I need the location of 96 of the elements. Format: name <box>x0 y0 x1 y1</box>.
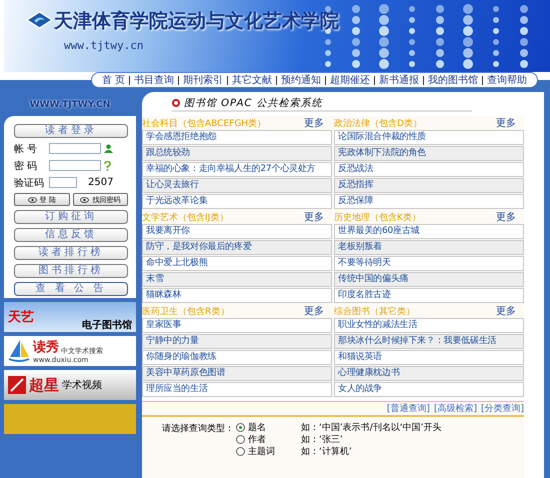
banner-brand: 读秀 <box>33 338 59 356</box>
captcha-input[interactable] <box>49 177 77 188</box>
book-link[interactable]: 反恐保障 <box>334 194 524 209</box>
book-link[interactable]: 宁静中的力量 <box>142 334 332 349</box>
option-label: 题名 <box>248 422 267 434</box>
nav-link[interactable]: 新书通报 <box>375 73 423 87</box>
banner-subtitle: 学术视频 <box>62 378 102 392</box>
book-link[interactable]: 职业女性的减法生活 <box>334 318 524 333</box>
query-type-label: 请选择查询类型： <box>162 422 234 436</box>
more-link[interactable]: 更多 <box>304 304 324 318</box>
nav-link[interactable]: 首 页 <box>98 73 129 87</box>
menu-button[interactable]: 信息反馈 <box>14 228 128 242</box>
more-link[interactable]: 更多 <box>496 210 516 224</box>
more-link[interactable]: 更多 <box>496 116 516 130</box>
book-link[interactable]: 那块冰什么时候掉下来？：我要低碳生活 <box>334 334 524 349</box>
book-link[interactable]: 传统中国的偏头痛 <box>334 272 524 287</box>
banner-brand: 天艺 <box>8 309 34 326</box>
book-link[interactable]: 皇家医事 <box>142 318 332 333</box>
book-link[interactable]: 跟总统较劲 <box>142 146 332 161</box>
category-title: 综合图书（其它类） <box>334 306 415 318</box>
book-link[interactable]: 和猫说英语 <box>334 350 524 365</box>
more-link[interactable]: 更多 <box>304 116 324 130</box>
user-icon <box>104 144 113 153</box>
banner-brand: 超星 <box>29 376 59 394</box>
category-title: 文学艺术（包含IJ类） <box>142 212 228 224</box>
login-heading-button[interactable]: 读者登录 <box>14 124 128 138</box>
example-text: 如：‘计算机’ <box>301 446 352 458</box>
radio-button[interactable] <box>236 446 245 456</box>
site-url-logo: WWW.TJTWY.CN <box>28 99 112 112</box>
book-link[interactable]: 老板别叛着 <box>334 240 524 255</box>
book-link[interactable]: 反恐战法 <box>334 162 524 177</box>
book-link[interactable]: 理所应当的生活 <box>142 382 332 397</box>
nav-link[interactable]: 查询帮助 <box>483 73 531 87</box>
radio-button[interactable] <box>236 434 245 444</box>
book-link[interactable]: 我要离开你 <box>142 224 332 239</box>
book-link[interactable]: 防守，是我对你最后的疼爱 <box>142 240 332 255</box>
book-link[interactable]: 论国际混合仲裁的性质 <box>334 130 524 145</box>
banner-subtitle: 电子图书馆 <box>82 318 132 332</box>
option-label: 主题词 <box>248 446 276 458</box>
menu-button[interactable]: 图书排行榜 <box>14 264 128 278</box>
account-input[interactable] <box>49 143 101 154</box>
help-icon <box>104 160 111 170</box>
search-mode-link[interactable]: [分类查询] <box>480 402 524 415</box>
book-link[interactable]: 你随身的瑜伽教练 <box>142 350 332 365</box>
book-link[interactable]: 不要等待明天 <box>334 256 524 271</box>
site-url: www.tjtwy.cn <box>64 39 144 52</box>
captcha-code: 2507 <box>88 177 114 188</box>
book-link[interactable]: 宪政体制下法院的角色 <box>334 146 524 161</box>
nav-link[interactable]: 我的图书馆 <box>424 73 482 87</box>
example-text: 如：‘中国’表示书/刊名以‘中国’开头 <box>301 422 442 434</box>
page-title: 图书馆 OPAC 公共检索系统 <box>184 96 323 110</box>
category-title: 社会科目（包含ABCEFGH类） <box>142 118 266 130</box>
book-link[interactable]: 末雪 <box>142 272 332 287</box>
field-label: 密 码 <box>14 160 38 172</box>
bullet-ring-icon <box>172 99 180 107</box>
eye-icon <box>28 196 37 202</box>
book-link[interactable]: 于光远改革论集 <box>142 194 332 209</box>
nav-link[interactable]: 其它文献 <box>228 73 276 87</box>
book-link[interactable]: 反恐指挥 <box>334 178 524 193</box>
book-link[interactable]: 印度名胜古迹 <box>334 288 524 303</box>
partner-banner[interactable]: 天艺 电子图书馆 <box>4 300 136 332</box>
book-link[interactable]: 幸福的心象：走向幸福人生的27个心灵处方 <box>142 162 332 177</box>
menu-button[interactable]: 订购征询 <box>14 210 128 224</box>
book-link[interactable]: 命中爱上北极熊 <box>142 256 332 271</box>
partner-banner[interactable]: 超星 学术视频 <box>4 368 136 400</box>
eye-icon <box>80 196 90 202</box>
book-link[interactable]: 心理健康枕边书 <box>334 366 524 381</box>
category-title: 历史地理（包含K类） <box>334 212 421 224</box>
nav-link[interactable]: 超期催还 <box>326 73 374 87</box>
book-link[interactable]: 让心灵去旅行 <box>142 178 332 193</box>
more-link[interactable]: 更多 <box>304 210 324 224</box>
book-link[interactable]: 猫眯森林 <box>142 288 332 303</box>
nav-link[interactable]: 预约通知 <box>277 73 325 87</box>
search-mode-link[interactable]: [普通查询] <box>386 402 430 415</box>
menu-button[interactable]: 查 看 公 告 <box>14 282 128 296</box>
book-link[interactable]: 女人的战争 <box>334 382 524 397</box>
partner-banner[interactable] <box>4 402 136 434</box>
password-input[interactable] <box>49 160 101 171</box>
nav-link[interactable]: 期刊索引 <box>179 73 227 87</box>
category-title: 医药卫生（包含R类） <box>142 306 230 318</box>
option-label: 作者 <box>248 434 267 446</box>
book-link[interactable]: 世界最美的60座古城 <box>334 224 524 239</box>
radio-button[interactable] <box>236 422 245 432</box>
site-title: 天津体育学院运动与文化艺术学院 <box>54 9 340 34</box>
book-link[interactable]: 学会感恩拒绝抱怨 <box>142 130 332 145</box>
category-title: 政治法律（包含D类） <box>334 118 422 130</box>
book-link[interactable]: 美容中草药原色图谱 <box>142 366 332 381</box>
field-label: 帐 号 <box>14 142 38 156</box>
search-mode-link[interactable]: [高级检索] <box>434 402 477 415</box>
example-text: 如：‘张三’ <box>301 434 343 446</box>
sailboat-icon <box>8 339 30 363</box>
emblem-logo-icon <box>26 11 53 29</box>
nav-link[interactable]: 书目查询 <box>130 73 178 87</box>
field-label: 验证码 <box>14 176 45 190</box>
menu-button[interactable]: 读者排行榜 <box>14 246 128 260</box>
more-link[interactable]: 更多 <box>496 304 516 318</box>
